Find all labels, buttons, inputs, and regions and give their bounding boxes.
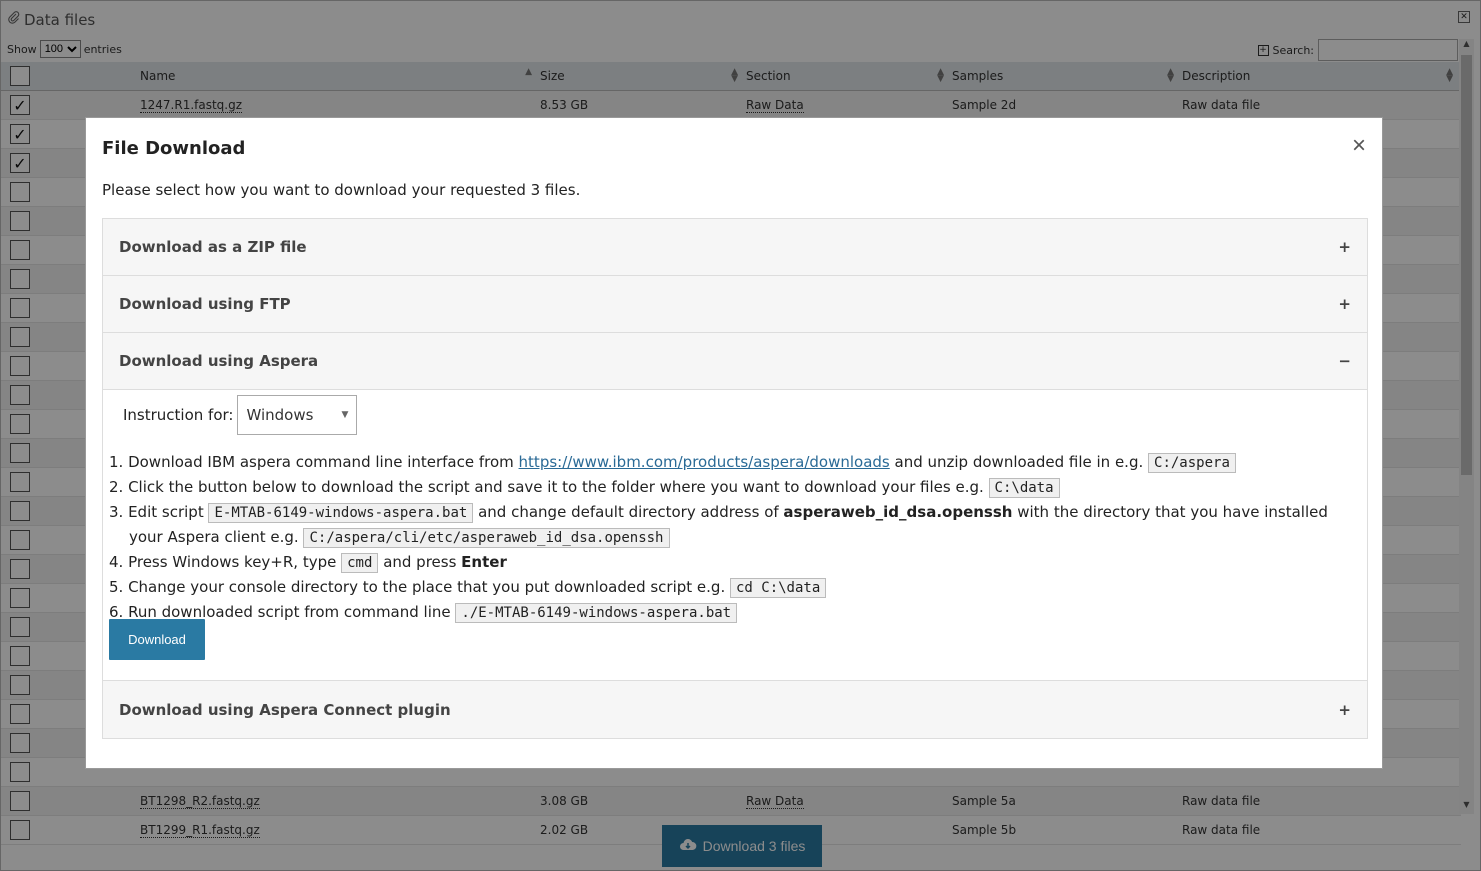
accordion-zip-label: Download as a ZIP file (119, 238, 307, 256)
accordion-aspera[interactable]: Download using Aspera − (103, 333, 1367, 390)
code-cd-data: cd C:\data (729, 578, 827, 598)
step-1: 1. Download IBM aspera command line inte… (109, 450, 1349, 475)
code-script-name: E-MTAB-6149-windows-aspera.bat (208, 503, 474, 523)
modal-description: Please select how you want to download y… (102, 181, 581, 199)
accordion-ftp[interactable]: Download using FTP + (103, 276, 1367, 333)
step-4: 4. Press Windows key+R, type cmd and pre… (109, 553, 507, 573)
modal-title: File Download (102, 138, 246, 159)
accordion-aspera-connect[interactable]: Download using Aspera Connect plugin + (103, 681, 1367, 738)
aspera-downloads-link[interactable]: https://www.ibm.com/products/aspera/down… (519, 453, 890, 471)
code-run-script: ./E-MTAB-6149-windows-aspera.bat (455, 603, 738, 623)
aspera-panel: Instruction for: Windows ▼ 1. Download I… (103, 390, 1367, 681)
expand-icon: + (1338, 295, 1351, 313)
step-2: 2. Click the button below to download th… (109, 475, 1349, 500)
accordion-aspera-label: Download using Aspera (119, 352, 319, 370)
code-openssh-path: C:/aspera/cli/etc/asperaweb_id_dsa.opens… (303, 528, 670, 548)
download-options-accordion: Download as a ZIP file + Download using … (102, 218, 1368, 739)
file-download-modal: File Download × Please select how you wa… (85, 117, 1383, 769)
os-select[interactable]: Windows ▼ (237, 395, 358, 435)
step-5: 5. Change your console directory to the … (109, 575, 1349, 600)
instruction-row: Instruction for: Windows ▼ (123, 395, 358, 435)
os-select-value: Windows (246, 406, 314, 424)
code-aspera-dir: C:/aspera (1148, 453, 1236, 473)
modal-close-icon[interactable]: × (1352, 132, 1366, 160)
step-3: 3. Edit script E-MTAB-6149-windows-asper… (109, 503, 1328, 548)
code-cmd: cmd (341, 553, 379, 573)
expand-icon: + (1338, 700, 1351, 719)
accordion-zip[interactable]: Download as a ZIP file + (103, 219, 1367, 276)
instruction-label: Instruction for: (123, 406, 234, 424)
expand-icon: + (1338, 238, 1351, 256)
collapse-icon: − (1338, 352, 1351, 370)
caret-down-icon: ▼ (341, 410, 349, 420)
accordion-ftp-label: Download using FTP (119, 295, 291, 313)
accordion-connect-label: Download using Aspera Connect plugin (119, 700, 451, 719)
aspera-download-button[interactable]: Download (109, 619, 205, 660)
step-6: 6. Run downloaded script from command li… (109, 600, 1349, 625)
aspera-steps: 1. Download IBM aspera command line inte… (109, 450, 1349, 625)
code-data-dir: C:\data (988, 478, 1060, 498)
